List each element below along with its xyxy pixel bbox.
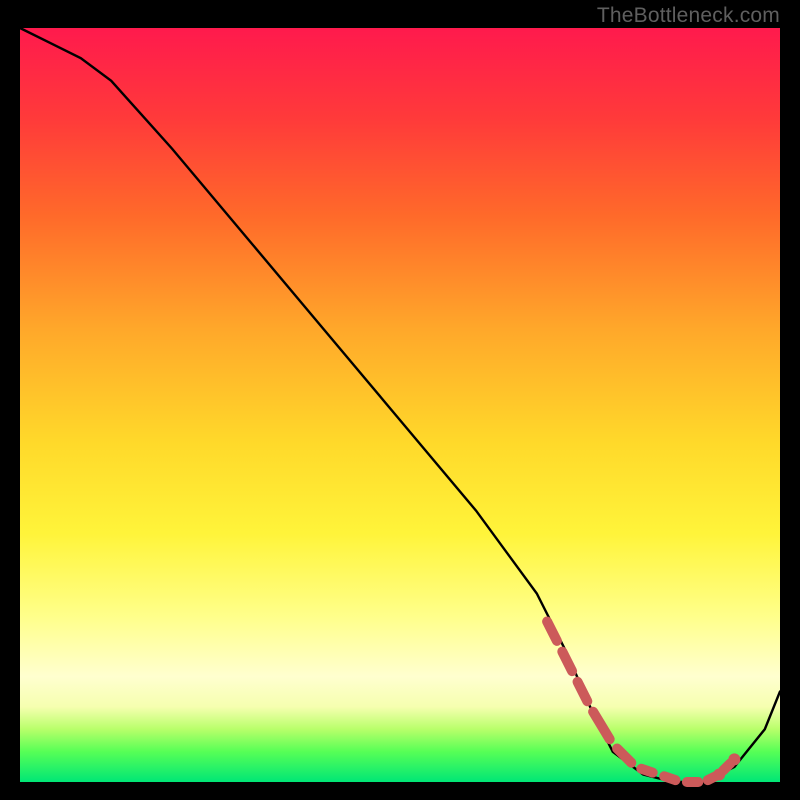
marker-dash [562,652,572,672]
marker-dash [593,712,610,740]
marker-dash [641,769,652,773]
marker-dash [578,682,588,701]
marker-dash [723,763,731,771]
curve-line [20,28,780,782]
marker-dot [714,769,725,780]
curve-svg [20,28,780,782]
marker-dot [729,754,740,765]
plot-area [20,28,780,782]
chart-frame: TheBottleneck.com [0,0,800,800]
marker-dash [547,622,557,641]
marker-dash [664,776,675,780]
marker-dash [617,749,631,763]
marker-group [547,622,740,783]
watermark-text: TheBottleneck.com [597,4,780,28]
